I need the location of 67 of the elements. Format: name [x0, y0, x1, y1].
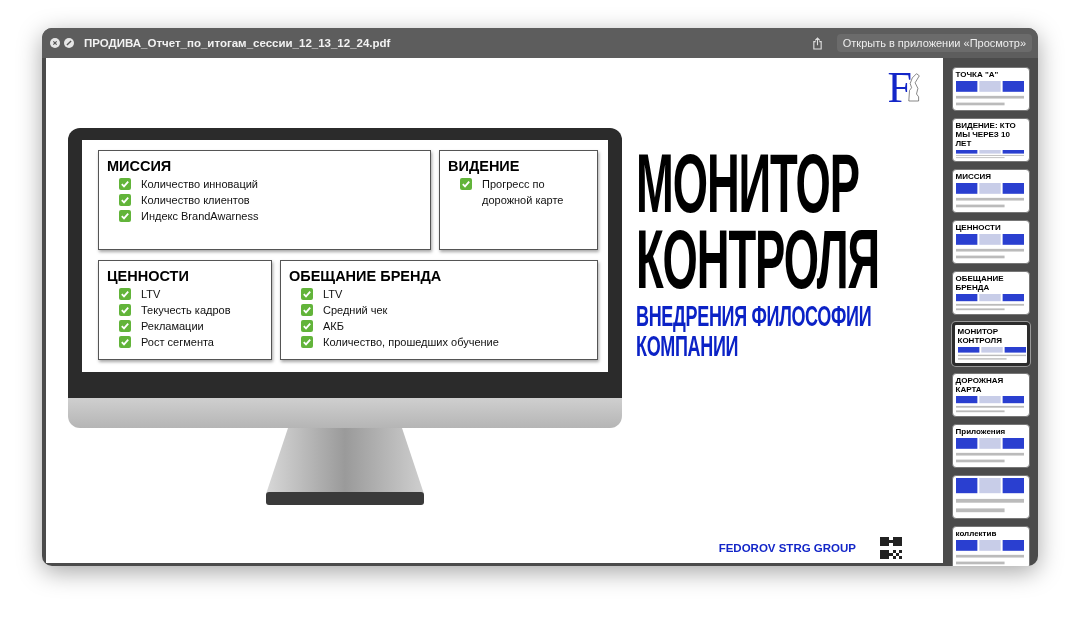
thumbnail-title: МИССИЯ	[955, 172, 992, 181]
check-icon	[119, 320, 131, 332]
thumbnail-content-drawing	[955, 150, 1024, 159]
check-icon	[119, 304, 131, 316]
metric-label: Рост сегмента	[141, 335, 214, 350]
metric-label: Количество, прошедших обучение	[323, 335, 499, 350]
card-title: ЦЕННОСТИ	[107, 268, 190, 284]
thumbnail-title: ЦЕННОСТИ	[955, 223, 1002, 232]
page-thumbnail[interactable]: Приложения	[951, 424, 1030, 468]
thumbnail-title: ДОРОЖНАЯ КАРТА	[955, 376, 1005, 394]
metric-label: Рекламации	[141, 319, 204, 334]
logo-letter: F	[887, 69, 912, 107]
metric-label: Текучесть кадров	[141, 303, 231, 318]
metric-label: Прогресс по дорожной карте	[482, 177, 565, 208]
page-thumbnail[interactable]: коллектив	[951, 526, 1030, 566]
check-icon	[301, 304, 313, 316]
thumbnail-title: ОБЕЩАНИЕ БРЕНДА	[955, 274, 1005, 292]
slide-title: МОНИТОР	[636, 145, 860, 221]
slide-subtitle: ВНЕДРЕНИЯ ФИЛОСОФИИ КОМПАНИИ	[636, 301, 873, 361]
thumbnail-content-drawing	[955, 396, 1024, 414]
thumbnail-content-drawing	[955, 183, 1024, 210]
qr-code-icon	[880, 537, 902, 559]
thumbnail-title: Приложения	[955, 427, 1007, 436]
card-title: МИССИЯ	[107, 158, 173, 174]
page-thumbnail[interactable]: ДОРОЖНАЯ КАРТА	[951, 373, 1030, 417]
block-icon[interactable]	[64, 38, 74, 48]
thumbnail-title: ТОЧКА "А"	[955, 70, 1000, 79]
metric-label: Количество клиентов	[141, 193, 250, 208]
metric-label: Средний чек	[323, 303, 388, 318]
page-thumbnail[interactable]: МИССИЯ	[951, 169, 1030, 213]
check-icon	[119, 178, 131, 190]
thumbnail-title: МОНИТОР КОНТРОЛЯ	[957, 327, 1003, 345]
metric-label: Количество инноваций	[141, 177, 258, 192]
thumbnail-content-drawing	[955, 81, 1024, 108]
page-thumbnail[interactable]: ВИДЕНИЕ: КТО МЫ ЧЕРЕЗ 10 ЛЕТ	[951, 118, 1030, 162]
page-thumbnail[interactable]: ТОЧКА "А"	[951, 67, 1030, 111]
check-icon	[119, 336, 131, 348]
page-thumbnail[interactable]: ОБЕЩАНИЕ БРЕНДА	[951, 271, 1030, 315]
check-icon	[301, 288, 313, 300]
check-icon	[119, 288, 131, 300]
thumbnail-content-drawing	[955, 234, 1024, 261]
page-thumbnail[interactable]	[951, 475, 1030, 519]
metric-label: Индекс BrandAwarness	[141, 209, 259, 224]
thumbnail-content-drawing	[955, 294, 1024, 312]
thumbnail-content-drawing	[955, 438, 1024, 465]
check-icon	[301, 336, 313, 348]
check-icon	[301, 320, 313, 332]
slide-title: КОНТРОЛЯ	[636, 221, 881, 297]
thumbnail-content-drawing	[955, 540, 1024, 566]
thumbnail-content-drawing	[957, 347, 1026, 361]
page-thumbnail[interactable]: ЦЕННОСТИ	[951, 220, 1030, 264]
thumbnail-title: коллектив	[955, 529, 998, 538]
company-name: FEDOROV STRG GROUP	[718, 542, 856, 554]
page-thumbnail[interactable]: МОНИТОР КОНТРОЛЯ	[951, 322, 1030, 366]
check-icon	[119, 194, 131, 206]
check-icon	[119, 210, 131, 222]
metric-label: АКБ	[323, 319, 344, 334]
thumbnail-title: ВИДЕНИЕ: КТО МЫ ЧЕРЕЗ 10 ЛЕТ	[955, 121, 1017, 148]
metric-label: LTV	[141, 287, 161, 302]
metric-label: LTV	[323, 287, 343, 302]
check-icon	[460, 178, 472, 190]
card-title: ОБЕЩАНИЕ БРЕНДА	[289, 268, 443, 284]
open-in-preview-button[interactable]: Открыть в приложении «Просмотр»	[836, 34, 1032, 52]
window-title: ПРОДИВА_Отчет_по_итогам_сессии_12_13_12_24.pdf	[84, 37, 392, 49]
close-icon[interactable]	[50, 38, 60, 48]
share-icon[interactable]	[811, 36, 823, 50]
card-title: ВИДЕНИЕ	[448, 158, 521, 174]
